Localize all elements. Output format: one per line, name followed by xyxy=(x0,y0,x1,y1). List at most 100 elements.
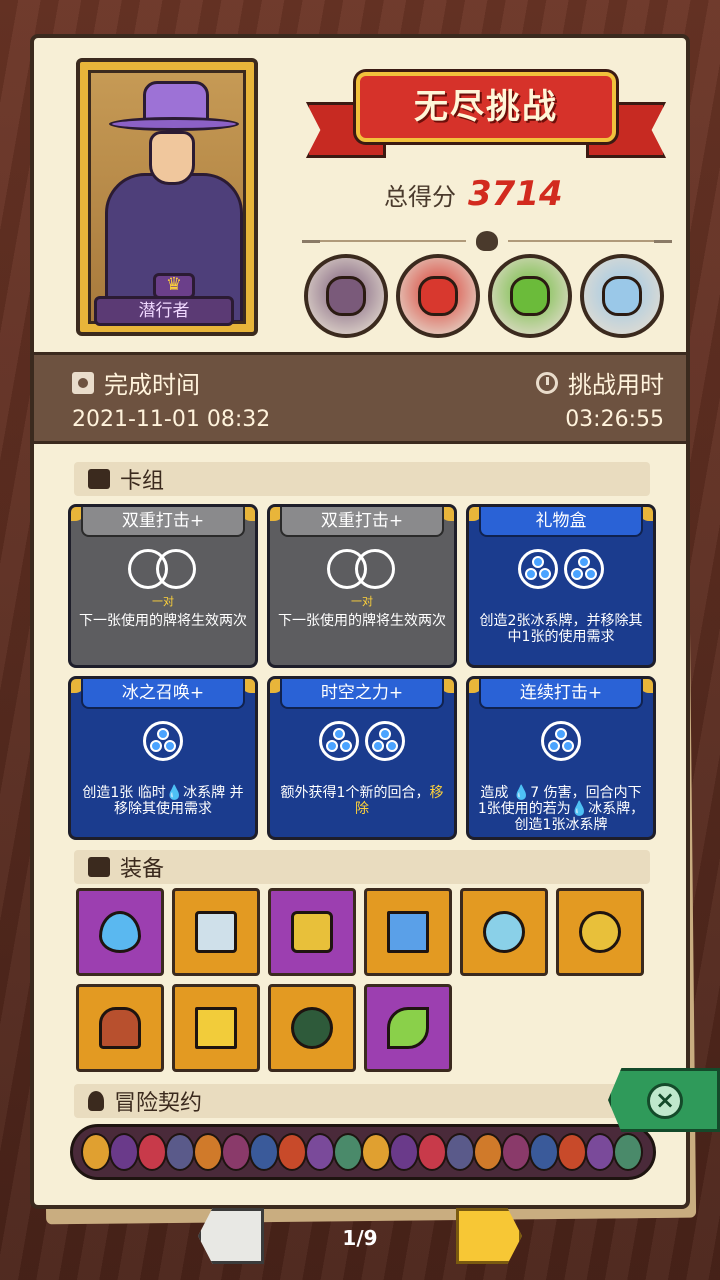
contract-icon xyxy=(88,1091,104,1111)
card-description: 下一张使用的牌将生效两次 xyxy=(79,613,247,629)
deck-card[interactable]: 连续打击+ 造成 💧7 伤害，回合内下1张使用的若为💧冰系牌，创造1张冰系牌 xyxy=(466,676,656,840)
double-ring-icon xyxy=(128,549,198,589)
score-row: 总得分 3714 xyxy=(384,174,604,214)
serrated-blade-icon xyxy=(195,911,237,953)
card-subtitle: 一对 xyxy=(351,595,373,608)
card-title: 双重打击+ xyxy=(280,507,444,537)
close-button[interactable]: × xyxy=(608,1068,720,1132)
card-desc-text: 下一张使用的牌将生效两次 xyxy=(79,613,247,629)
card-icons xyxy=(469,721,653,761)
equipment-slot[interactable] xyxy=(364,984,452,1072)
result-panel: ♛ 潜行者 无尽挑战 总得分 3714 完成时间 2021-11-01 08:3… xyxy=(30,34,690,1209)
skull-icon xyxy=(476,231,498,251)
time-bar: 完成时间 2021-11-01 08:32 挑战用时 03:26:55 xyxy=(34,352,686,444)
golden-crown-icon xyxy=(195,1007,237,1049)
equipment-grid xyxy=(76,888,656,1072)
equipment-slot[interactable] xyxy=(268,984,356,1072)
film-icon xyxy=(72,371,94,394)
score-value: 3714 xyxy=(468,174,563,214)
contract-token-icon xyxy=(361,1133,391,1171)
page-indicator: 1/9 xyxy=(342,1226,378,1250)
card-icons xyxy=(71,721,255,761)
banner-title: 无尽挑战 xyxy=(356,72,616,142)
duration-label-text: 挑战用时 xyxy=(568,371,664,399)
ice-orb-icon xyxy=(365,721,405,761)
contract-token-icon xyxy=(501,1133,531,1171)
boss-list xyxy=(304,254,664,342)
contract-token-icon xyxy=(613,1133,643,1171)
divider-line xyxy=(508,240,654,242)
contracts-strip[interactable] xyxy=(70,1124,656,1180)
character-name: 潜行者 xyxy=(94,296,234,326)
ice-orb-icon xyxy=(541,721,581,761)
face xyxy=(149,131,195,185)
contract-token-icon xyxy=(249,1133,279,1171)
card-title: 时空之力+ xyxy=(280,679,444,709)
equipment-slot[interactable] xyxy=(172,984,260,1072)
blue-crystal-icon xyxy=(387,911,429,953)
ghost-slime-icon xyxy=(483,911,525,953)
contract-token-icon xyxy=(445,1133,475,1171)
contract-token-icon xyxy=(585,1133,615,1171)
card-title: 双重打击+ xyxy=(81,507,245,537)
contract-token-icon xyxy=(137,1133,167,1171)
equipment-slot[interactable] xyxy=(556,888,644,976)
box-icon xyxy=(88,857,110,877)
goblin-king-boss-icon xyxy=(488,254,572,338)
card-desc-text: 下一张使用的牌将生效两次 xyxy=(278,613,446,629)
deck-card[interactable]: 双重打击+ 一对下一张使用的牌将生效两次 xyxy=(267,504,457,668)
equipment-slot[interactable] xyxy=(172,888,260,976)
ice-orb-icon xyxy=(319,721,359,761)
golden-amulet-icon xyxy=(579,911,621,953)
boss-face xyxy=(418,276,458,316)
stopwatch-icon xyxy=(536,371,558,394)
ice-orb-icon xyxy=(518,549,558,589)
equipment-title: 装备 xyxy=(120,857,165,882)
card-icons xyxy=(469,549,653,589)
boss-divider xyxy=(302,231,672,251)
finish-time-value: 2021-11-01 08:32 xyxy=(72,407,271,432)
title-banner: 无尽挑战 xyxy=(306,62,666,162)
card-title: 礼物盒 xyxy=(479,507,643,537)
card-desc-text: 创造1张 临时💧冰系牌 并移除其使用需求 xyxy=(82,785,244,817)
contract-token-icon xyxy=(529,1133,559,1171)
cards-icon xyxy=(88,469,110,489)
thorn-ring-icon xyxy=(291,1007,333,1049)
card-description: 创造1张 临时💧冰系牌 并移除其使用需求 xyxy=(79,785,247,817)
card-icons xyxy=(270,721,454,761)
deck-card[interactable]: 时空之力+ 额外获得1个新的回合，移除 xyxy=(267,676,457,840)
double-ring-icon xyxy=(327,549,397,589)
contract-token-icon xyxy=(333,1133,363,1171)
contracts-header: 冒险契约 xyxy=(74,1084,650,1118)
deck-card[interactable]: 冰之召唤+ 创造1张 临时💧冰系牌 并移除其使用需求 xyxy=(68,676,258,840)
equipment-slot[interactable] xyxy=(364,888,452,976)
equipment-slot[interactable] xyxy=(76,984,164,1072)
deck-grid: 双重打击+ 一对下一张使用的牌将生效两次 双重打击+ 一对下一张使用的牌将生效两次 礼物… xyxy=(68,504,660,840)
character-portrait: ♛ 潜行者 xyxy=(76,58,258,336)
equipment-slot[interactable] xyxy=(460,888,548,976)
card-icons xyxy=(270,549,454,589)
card-description: 造成 💧7 伤害，回合内下1张使用的若为💧冰系牌，创造1张冰系牌 xyxy=(477,785,645,833)
sword-icon xyxy=(302,239,320,243)
ice-orb-icon xyxy=(564,549,604,589)
duration-label: 挑战用时 xyxy=(536,365,664,400)
contract-token-icon xyxy=(81,1133,111,1171)
card-title: 冰之召唤+ xyxy=(81,679,245,709)
contract-token-icon xyxy=(193,1133,223,1171)
contract-token-icon xyxy=(305,1133,335,1171)
red-demon-boss-icon xyxy=(396,254,480,338)
boss-face xyxy=(326,276,366,316)
close-icon: × xyxy=(647,1083,683,1119)
deck-card[interactable]: 双重打击+ 一对下一张使用的牌将生效两次 xyxy=(68,504,258,668)
equipment-slot[interactable] xyxy=(76,888,164,976)
contract-token-icon xyxy=(557,1133,587,1171)
card-subtitle: 一对 xyxy=(152,595,174,608)
card-desc-text: 额外获得1个新的回合， xyxy=(280,785,430,801)
deck-card[interactable]: 礼物盒 创造2张冰系牌，并移除其中1张的使用需求 xyxy=(466,504,656,668)
card-desc-text: 造成 💧7 伤害，回合内下1张使用的若为💧冰系牌，创造1张冰系牌 xyxy=(477,785,645,833)
stone-golem-boss-icon xyxy=(304,254,388,338)
finish-time-label: 完成时间 xyxy=(72,365,200,400)
equipment-slot[interactable] xyxy=(268,888,356,976)
card-description: 额外获得1个新的回合，移除 xyxy=(278,785,446,817)
green-leaf-icon xyxy=(387,1007,429,1049)
